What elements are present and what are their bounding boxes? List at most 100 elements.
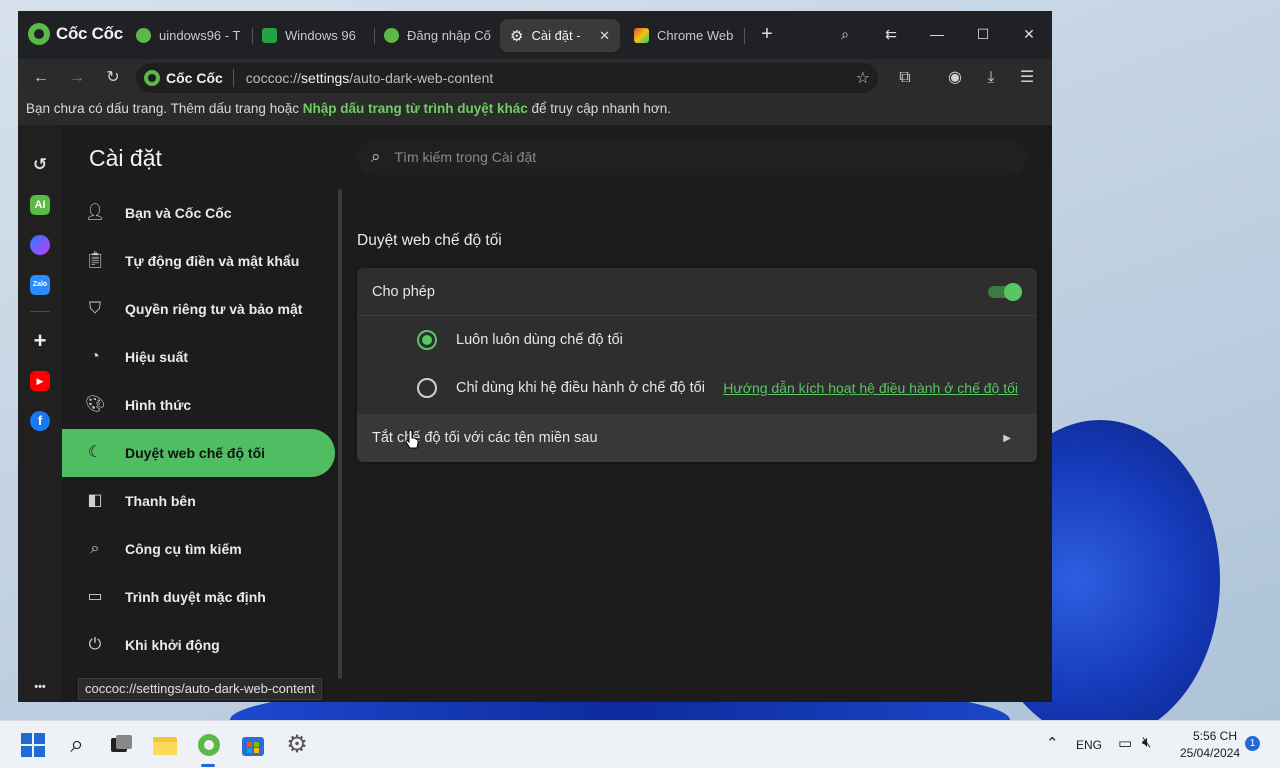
browser-icon: ▭ (87, 588, 103, 605)
maximize-button[interactable]: ☐ (972, 23, 994, 45)
exclusions-row[interactable]: Tắt chế độ tối với các tên miền sau ▶ (357, 414, 1037, 462)
store-icon[interactable] (240, 732, 266, 758)
settings-search-input[interactable]: ⌕ Tìm kiếm trong Cài đặt (357, 139, 1027, 175)
radio-os[interactable] (417, 378, 437, 398)
sidebar-icon: ◧ (87, 492, 103, 509)
add-app-icon[interactable]: + (30, 330, 50, 352)
zalo-icon[interactable]: Zalo (30, 275, 50, 295)
page-title: Cài đặt (89, 145, 162, 171)
nav-item-search-engine[interactable]: ⌕ Công cụ tìm kiếm (62, 525, 342, 573)
forward-icon[interactable]: → (66, 67, 88, 89)
tab-chrome-web[interactable]: Chrome Web (624, 19, 744, 52)
tab-settings[interactable]: ⚙ Cài đặt - ✕ (500, 19, 620, 52)
nav-item-appearance[interactable]: 🎨︎ Hình thức (62, 381, 342, 429)
search-icon: ⌕ (371, 147, 381, 166)
tab-favicon-icon (384, 28, 399, 43)
nav-item-default-browser[interactable]: ▭ Trình duyệt mặc định (62, 573, 342, 621)
palette-icon: 🎨︎ (85, 396, 106, 413)
tab-uindows96[interactable]: uindows96 - T (126, 19, 252, 52)
title-bar: Cốc Cốc uindows96 - T Windows 96 Đăng nh… (18, 11, 1052, 59)
notification-badge[interactable]: 1 (1245, 736, 1260, 751)
settings-nav: 👤︎ Bạn và Cốc Cốc 📋︎ Tự động điền và mật k… (62, 189, 342, 669)
tab-favicon-icon (136, 28, 151, 43)
browser-window: Cốc Cốc uindows96 - T Windows 96 Đăng nh… (18, 11, 1052, 702)
speedometer-icon: ◔ (90, 348, 100, 365)
power-icon: ⏻ (88, 636, 102, 653)
address-bar[interactable]: Cốc Cốc coccoc://settings/auto-dark-web-… (136, 63, 878, 93)
allow-row[interactable]: Cho phép (357, 268, 1037, 316)
site-badge[interactable]: Cốc Cốc (144, 69, 234, 87)
option-always-row[interactable]: Luôn luôn dùng chế độ tối (357, 316, 1037, 364)
download-icon[interactable]: ⤓ (980, 67, 1002, 89)
nav-item-autofill[interactable]: 📋︎ Tự động điền và mật khẩu (62, 237, 342, 285)
option-os-row[interactable]: Chỉ dùng khi hệ điều hành ở chế độ tối H… (357, 364, 1037, 412)
toolbar: ← → ↻ Cốc Cốc coccoc://settings/auto-dar… (18, 59, 1052, 97)
coccoc-logo-icon (28, 23, 50, 45)
bookmark-bar: Bạn chưa có dấu trang. Thêm dấu trang ho… (18, 97, 1052, 125)
tab-favicon-icon (262, 28, 277, 43)
nav-item-privacy[interactable]: ⛉ Quyền riêng tư và bảo mật (62, 285, 342, 333)
nav-item-on-startup[interactable]: ⏻ Khi khởi động (62, 621, 342, 669)
section-title: Duyệt web chế độ tối (357, 232, 502, 249)
menu-icon[interactable]: ☰ (1016, 67, 1038, 89)
allow-toggle[interactable] (988, 283, 1022, 301)
taskbar: ⌕ ⚙ ⌃ ENG ▭ 🔇︎ 5:56 CH 25/04/2024 (0, 720, 1280, 768)
new-tab-button[interactable]: + (756, 23, 778, 45)
ai-icon[interactable]: AI (30, 195, 50, 215)
sidebar-toggle-icon[interactable]: ⇇ (880, 23, 902, 45)
url-text: coccoc://settings/auto-dark-web-content (245, 70, 494, 86)
settings-gear-icon[interactable]: ⚙ (284, 732, 310, 758)
tab-favicon-icon (634, 28, 649, 43)
clipboard-icon: 📋︎ (85, 252, 106, 269)
language-indicator[interactable]: ENG (1076, 738, 1102, 752)
coccoc-logo-icon (144, 70, 160, 86)
close-window-button[interactable]: ✕ (1018, 23, 1040, 45)
side-panel-strip: ↺ AI Zalo + ▶ f ••• (18, 125, 62, 702)
clock[interactable]: 5:56 CH 25/04/2024 (1180, 729, 1240, 760)
more-icon[interactable]: ••• (30, 677, 50, 697)
browser-brand: Cốc Cốc (56, 24, 123, 43)
history-icon[interactable]: ↺ (30, 155, 50, 175)
close-tab-icon[interactable]: ✕ (599, 28, 610, 44)
volume-muted-icon[interactable]: 🔇︎ (1142, 734, 1151, 751)
dark-mode-card: Cho phép Luôn luôn dùng chế độ tối Chỉ d… (357, 268, 1037, 462)
minimize-button[interactable]: — (926, 23, 948, 45)
moon-icon: ☾ (87, 444, 103, 461)
start-icon[interactable] (20, 732, 46, 758)
search-icon: ⌕ (90, 540, 100, 557)
hand-cursor-icon (405, 429, 419, 449)
radio-always[interactable] (417, 330, 437, 350)
back-icon[interactable]: ← (30, 67, 52, 89)
person-icon: 👤︎ (85, 204, 106, 221)
network-icon[interactable]: ▭ (1118, 734, 1132, 752)
nav-item-you-and-coccoc[interactable]: 👤︎ Bạn và Cốc Cốc (62, 189, 342, 237)
nav-item-sidebar[interactable]: ◧ Thanh bên (62, 477, 342, 525)
browser-logo[interactable]: Cốc Cốc (28, 23, 123, 45)
file-explorer-icon[interactable] (152, 732, 178, 758)
os-help-link[interactable]: Hướng dẫn kích hoạt hệ điều hành ở chế đ… (723, 380, 1018, 396)
bookmark-star-icon[interactable]: ☆ (856, 68, 870, 88)
nav-scrollbar[interactable] (338, 189, 342, 679)
messenger-icon[interactable] (30, 235, 50, 255)
tab-windows96[interactable]: Windows 96 (252, 19, 374, 52)
active-app-indicator (201, 764, 215, 767)
youtube-icon[interactable]: ▶ (30, 371, 50, 391)
nav-item-performance[interactable]: ◔ Hiệu suất (62, 333, 342, 381)
search-icon[interactable]: ⌕ (64, 732, 90, 758)
tab-search-icon[interactable]: ⌕ (834, 23, 856, 45)
coccoc-taskbar-icon[interactable] (196, 732, 222, 758)
tab-label: Đăng nhập Cố (407, 28, 491, 43)
settings-page: Cài đặt ⌕ Tìm kiếm trong Cài đặt 👤︎ Bạn v… (62, 125, 1052, 702)
tab-label: Cài đặt - (531, 28, 581, 43)
extensions-icon[interactable]: ⧉ (894, 67, 916, 89)
status-url: coccoc://settings/auto-dark-web-content (78, 678, 322, 700)
profile-icon[interactable]: ◉ (944, 67, 966, 89)
tab-label: Windows 96 (285, 28, 356, 43)
facebook-icon[interactable]: f (30, 411, 50, 431)
import-bookmarks-link[interactable]: Nhập dấu trang từ trình duyệt khác (303, 101, 528, 116)
reload-icon[interactable]: ↻ (102, 67, 124, 89)
chevron-up-icon[interactable]: ⌃ (1046, 734, 1059, 752)
task-view-icon[interactable] (108, 732, 134, 758)
tab-dang-nhap[interactable]: Đăng nhập Cố (374, 19, 498, 52)
nav-item-dark-mode[interactable]: ☾ Duyệt web chế độ tối (62, 429, 335, 477)
